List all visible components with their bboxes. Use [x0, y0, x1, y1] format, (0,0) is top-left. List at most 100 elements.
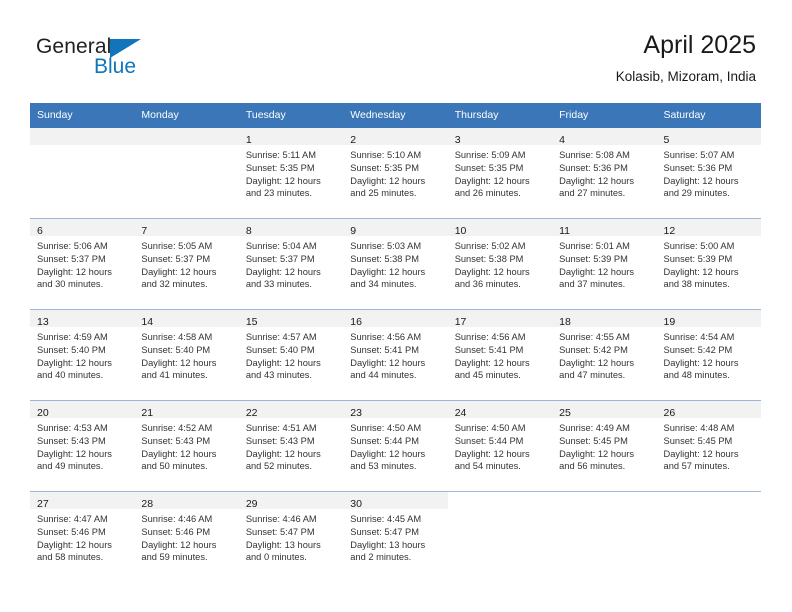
calendar-day-cell[interactable]: 30 Sunrise: 4:45 AM Sunset: 5:47 PM Dayligh… — [343, 491, 448, 582]
day-number-band: 30 — [343, 492, 448, 510]
calendar-day-cell[interactable]: 24 Sunrise: 4:50 AM Sunset: 5:44 PM Dayligh… — [447, 400, 553, 492]
day-detail-line: Sunrise: 5:00 AM — [663, 241, 735, 251]
page-subtitle: Kolasib, Mizoram, India — [615, 69, 756, 84]
calendar-day-cell[interactable]: 19 Sunrise: 4:54 AM Sunset: 5:42 PM Dayligh… — [656, 309, 761, 401]
calendar-day-cell[interactable]: 11 Sunrise: 5:01 AM Sunset: 5:39 PM Dayligh… — [552, 218, 657, 310]
day-number-band: 18 — [552, 310, 657, 328]
calendar-week-row: 6 Sunrise: 5:06 AM Sunset: 5:37 PM Daylight… — [30, 218, 761, 310]
day-number: 28 — [141, 498, 154, 510]
day-detail-line: Sunrise: 5:11 AM — [245, 150, 316, 160]
day-detail-line: Sunrise: 5:06 AM — [37, 241, 108, 251]
day-detail-line: Sunrise: 4:45 AM — [350, 514, 422, 524]
day-detail-line: and 34 minutes. — [350, 279, 417, 290]
calendar-day-cell[interactable]: 5 Sunrise: 5:07 AM Sunset: 5:36 PM Daylight… — [656, 128, 761, 219]
day-number: 24 — [454, 407, 467, 419]
day-detail-list: Sunrise: 5:09 AM Sunset: 5:35 PM Daylight:… — [448, 145, 552, 200]
calendar-day-cell[interactable]: 25 Sunrise: 4:49 AM Sunset: 5:45 PM Dayligh… — [552, 400, 657, 492]
day-detail-line: Sunrise: 4:58 AM — [141, 332, 213, 342]
weekday-header-monday: Monday — [134, 103, 239, 128]
day-detail-line: Sunset: 5:43 PM — [245, 435, 315, 446]
calendar-empty-cell — [656, 491, 761, 582]
day-number-band: 13 — [30, 310, 135, 328]
calendar-day-cell[interactable]: 4 Sunrise: 5:08 AM Sunset: 5:36 PM Daylight… — [552, 128, 657, 219]
calendar-day-cell[interactable]: 6 Sunrise: 5:06 AM Sunset: 5:37 PM Daylight… — [30, 218, 135, 310]
day-detail-line: and 32 minutes. — [141, 279, 208, 290]
day-number-band — [552, 492, 657, 509]
calendar-day-cell[interactable]: 9 Sunrise: 5:03 AM Sunset: 5:38 PM Daylight… — [343, 218, 448, 310]
day-detail-line: Daylight: 12 hours — [245, 266, 321, 277]
day-detail-list: Sunrise: 5:00 AM Sunset: 5:39 PM Daylight:… — [657, 236, 761, 291]
day-detail-line: Sunset: 5:36 PM — [559, 162, 628, 173]
day-detail-list: Sunrise: 4:50 AM Sunset: 5:44 PM Daylight:… — [343, 418, 447, 473]
calendar-day-cell[interactable]: 14 Sunrise: 4:58 AM Sunset: 5:40 PM Dayligh… — [134, 309, 239, 401]
page-header: General Blue April 2025 Kolasib, Mizoram… — [0, 0, 792, 100]
day-detail-line: and 53 minutes. — [350, 461, 417, 472]
day-detail-line: Daylight: 12 hours — [350, 448, 426, 459]
day-number: 30 — [350, 498, 362, 510]
day-detail-line: and 48 minutes. — [663, 370, 730, 381]
day-number-band: 19 — [656, 310, 761, 328]
calendar-day-cell[interactable]: 28 Sunrise: 4:46 AM Sunset: 5:46 PM Dayligh… — [134, 491, 239, 582]
calendar-day-cell[interactable]: 13 Sunrise: 4:59 AM Sunset: 5:40 PM Dayligh… — [30, 309, 135, 401]
day-detail-line: Sunrise: 5:10 AM — [350, 150, 422, 160]
weekday-header-saturday: Saturday — [656, 103, 761, 128]
calendar-day-cell[interactable]: 22 Sunrise: 4:51 AM Sunset: 5:43 PM Dayligh… — [238, 400, 344, 492]
day-detail-list: Sunrise: 5:04 AM Sunset: 5:37 PM Daylight:… — [239, 236, 343, 291]
day-detail-line: Sunset: 5:44 PM — [350, 435, 419, 446]
day-detail-line: Daylight: 12 hours — [454, 175, 530, 186]
day-number-band: 15 — [238, 310, 344, 328]
day-detail-line: and 0 minutes. — [245, 552, 307, 563]
day-number-band: 21 — [134, 401, 239, 419]
day-number: 4 — [559, 134, 565, 146]
calendar-day-cell[interactable]: 12 Sunrise: 5:00 AM Sunset: 5:39 PM Dayligh… — [656, 218, 761, 310]
day-number: 11 — [559, 225, 571, 237]
day-detail-line: and 54 minutes. — [454, 461, 521, 472]
day-number: 26 — [663, 407, 676, 419]
day-detail-list: Sunrise: 5:01 AM Sunset: 5:39 PM Daylight:… — [552, 236, 656, 291]
day-number-band: 20 — [30, 401, 135, 419]
day-detail-line: Sunrise: 5:07 AM — [663, 150, 735, 160]
day-detail-line: Sunset: 5:37 PM — [245, 253, 315, 264]
calendar-day-cell[interactable]: 26 Sunrise: 4:48 AM Sunset: 5:45 PM Dayligh… — [656, 400, 761, 492]
day-detail-line: Sunset: 5:41 PM — [350, 344, 419, 355]
day-detail-line: Daylight: 12 hours — [454, 357, 530, 368]
day-detail-line: and 2 minutes. — [350, 552, 412, 563]
day-detail-line: Daylight: 12 hours — [37, 539, 112, 550]
calendar-day-cell[interactable]: 1 Sunrise: 5:11 AM Sunset: 5:35 PM Daylight… — [238, 128, 344, 219]
calendar-day-cell[interactable]: 7 Sunrise: 5:05 AM Sunset: 5:37 PM Daylight… — [134, 218, 239, 310]
day-detail-line: and 33 minutes. — [245, 279, 312, 290]
day-detail-line: Sunset: 5:45 PM — [559, 435, 628, 446]
calendar-day-cell[interactable]: 18 Sunrise: 4:55 AM Sunset: 5:42 PM Dayligh… — [552, 309, 657, 401]
calendar-day-cell[interactable]: 29 Sunrise: 4:46 AM Sunset: 5:47 PM Dayligh… — [238, 491, 344, 582]
day-detail-line: Daylight: 12 hours — [245, 448, 321, 459]
day-number: 29 — [245, 498, 258, 510]
day-detail-line: and 45 minutes. — [454, 370, 521, 381]
calendar-day-cell[interactable]: 16 Sunrise: 4:56 AM Sunset: 5:41 PM Dayligh… — [343, 309, 448, 401]
day-detail-line: and 25 minutes. — [350, 188, 417, 199]
day-detail-line: and 23 minutes. — [245, 188, 312, 199]
calendar-day-cell[interactable]: 20 Sunrise: 4:53 AM Sunset: 5:43 PM Dayligh… — [30, 400, 135, 492]
calendar-day-cell[interactable]: 2 Sunrise: 5:10 AM Sunset: 5:35 PM Daylight… — [343, 128, 448, 219]
day-number-band: 3 — [447, 128, 553, 146]
day-number-band — [656, 492, 761, 509]
calendar-day-cell[interactable]: 8 Sunrise: 5:04 AM Sunset: 5:37 PM Daylight… — [238, 218, 344, 310]
day-detail-list: Sunrise: 5:02 AM Sunset: 5:38 PM Daylight:… — [448, 236, 552, 291]
calendar-day-cell[interactable]: 21 Sunrise: 4:52 AM Sunset: 5:43 PM Dayligh… — [134, 400, 239, 492]
calendar-day-cell[interactable]: 3 Sunrise: 5:09 AM Sunset: 5:35 PM Daylight… — [447, 128, 553, 219]
calendar-day-cell[interactable]: 27 Sunrise: 4:47 AM Sunset: 5:46 PM Dayligh… — [30, 491, 135, 582]
brand-logo[interactable]: General Blue — [36, 36, 186, 86]
day-detail-line: Daylight: 12 hours — [559, 357, 635, 368]
day-detail-line: Sunrise: 4:50 AM — [454, 423, 526, 433]
day-detail-list: Sunrise: 4:54 AM Sunset: 5:42 PM Daylight:… — [657, 327, 761, 382]
day-detail-line: Sunrise: 4:46 AM — [141, 514, 213, 524]
day-detail-list: Sunrise: 4:55 AM Sunset: 5:42 PM Daylight:… — [552, 327, 656, 382]
day-detail-list: Sunrise: 4:57 AM Sunset: 5:40 PM Daylight:… — [239, 327, 343, 382]
calendar-day-cell[interactable]: 17 Sunrise: 4:56 AM Sunset: 5:41 PM Dayligh… — [447, 309, 553, 401]
day-detail-line: Sunrise: 4:52 AM — [141, 423, 213, 433]
day-number: 3 — [454, 134, 461, 146]
day-detail-line: Sunrise: 5:01 AM — [559, 241, 630, 251]
calendar-day-cell[interactable]: 10 Sunrise: 5:02 AM Sunset: 5:38 PM Dayligh… — [447, 218, 553, 310]
calendar-day-cell[interactable]: 15 Sunrise: 4:57 AM Sunset: 5:40 PM Dayligh… — [238, 309, 344, 401]
calendar-day-cell[interactable]: 23 Sunrise: 4:50 AM Sunset: 5:44 PM Dayligh… — [343, 400, 448, 492]
day-number: 7 — [141, 225, 148, 237]
